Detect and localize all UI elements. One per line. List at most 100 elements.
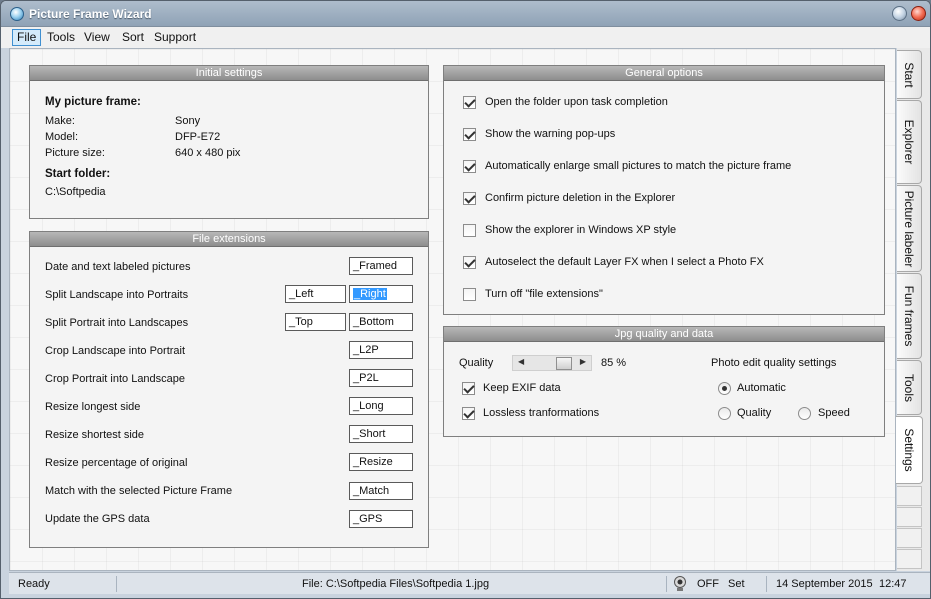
option-label: Automatically enlarge small pictures to … [485,160,792,172]
tab-fun-frames[interactable]: Fun frames [897,273,922,359]
ext-right-field[interactable]: _Right [349,285,413,303]
webcam-icon[interactable] [672,575,688,592]
frame-heading: My picture frame: [45,96,141,108]
tab-start[interactable]: Start [897,50,922,99]
folder-value: C:\Softpedia [45,186,106,198]
slider-right-arrow-icon[interactable]: ▶ [580,357,586,366]
option-label: Show the explorer in Windows XP style [485,224,677,236]
ext-l2p-field[interactable]: _L2P [349,341,413,359]
option-label: Show the warning pop-ups [485,128,616,140]
panel-header: File extensions [30,232,428,247]
settings-content: Initial settings My picture frame: Make:… [9,48,896,571]
option-checkbox[interactable] [463,224,476,237]
ext-p2l-field[interactable]: _P2L [349,369,413,387]
status-time: 12:47 [879,578,907,590]
ext-row-label: Date and text labeled pictures [45,261,191,273]
menu-support[interactable]: Support [149,29,201,46]
ext-row-label: Update the GPS data [45,513,150,525]
jpg-quality-panel: Jpg quality and data Quality ◀ ▶ 85 % Ph… [443,326,885,437]
ext-row-label: Crop Portrait into Landscape [45,373,186,385]
ext-short-field[interactable]: _Short [349,425,413,443]
app-globe-icon [10,7,24,21]
option-label: Open the folder upon task completion [485,96,668,108]
option-checkbox[interactable] [463,192,476,205]
initial-settings-panel: Initial settings My picture frame: Make:… [29,65,429,219]
status-ready: Ready [18,578,50,590]
ext-row-label: Match with the selected Picture Frame [45,485,233,497]
quality-value: 85 % [601,357,627,369]
status-divider [666,576,667,592]
ext-resize-field[interactable]: _Resize [349,453,413,471]
window-title: Picture Frame Wizard [29,7,152,21]
ext-left-field[interactable]: _Left [285,285,346,303]
radio-speed[interactable] [798,407,811,420]
ext-row-label: Crop Landscape into Portrait [45,345,186,357]
ext-bottom-field[interactable]: _Bottom [349,313,413,331]
radio-automatic-label: Automatic [737,382,786,394]
option-checkbox[interactable] [463,128,476,141]
tab-spacer [897,486,922,506]
slider-left-arrow-icon[interactable]: ◀ [518,357,524,366]
tab-settings[interactable]: Settings [896,416,923,484]
tab-tools[interactable]: Tools [897,360,922,415]
tab-picture-labeler[interactable]: Picture labeler [897,185,922,272]
panel-header: Initial settings [30,66,428,81]
option-checkbox[interactable] [463,96,476,109]
ext-framed-field[interactable]: _Framed [349,257,413,275]
quality-slider-thumb[interactable] [555,357,572,370]
menu-file[interactable]: File [12,29,42,46]
menu-bar: File Tools View Sort Support [1,27,930,48]
minimize-icon[interactable] [892,6,907,21]
make-value: Sony [175,115,201,127]
option-label: Confirm picture deletion in the Explorer [485,192,676,204]
status-divider [116,576,117,592]
lossless-label: Lossless tranformations [483,407,600,419]
model-label: Model: [45,131,79,143]
size-label: Picture size: [45,147,105,159]
lossless-checkbox[interactable] [462,407,475,420]
status-webcam: OFF [697,578,719,590]
radio-automatic[interactable] [718,382,731,395]
keep-exif-checkbox[interactable] [462,382,475,395]
option-checkbox[interactable] [463,160,476,173]
file-extensions-panel: File extensions Date and text labeled pi… [29,231,429,548]
side-tabs: Start Explorer Picture labeler Fun frame… [896,48,930,571]
status-set[interactable]: Set [728,575,745,593]
make-label: Make: [45,115,75,127]
ext-row-label: Split Landscape into Portraits [45,289,189,301]
option-label: Turn off "file extensions" [485,288,603,300]
menu-view[interactable]: View [79,29,115,46]
title-bar[interactable]: Picture Frame Wizard [1,1,930,27]
tab-explorer[interactable]: Explorer [897,100,922,184]
quality-slider[interactable]: ◀ ▶ [512,355,592,371]
ext-long-field[interactable]: _Long [349,397,413,415]
ext-row-label: Resize longest side [45,401,141,413]
status-date: 14 September 2015 [776,578,873,590]
tab-spacer [897,528,922,548]
menu-sort[interactable]: Sort [117,29,149,46]
ext-row-label: Resize percentage of original [45,457,188,469]
status-divider [766,576,767,592]
ext-top-field[interactable]: _Top [285,313,346,331]
ext-gps-field[interactable]: _GPS [349,510,413,528]
panel-header: General options [444,66,884,81]
tab-spacer [897,507,922,527]
close-icon[interactable] [911,6,926,21]
photo-edit-label: Photo edit quality settings [711,357,837,369]
option-checkbox[interactable] [463,256,476,269]
general-options-panel: General options Open the folder upon tas… [443,65,885,315]
menu-tools[interactable]: Tools [42,29,80,46]
radio-speed-label: Speed [818,407,850,419]
tab-spacer [897,549,922,569]
radio-quality-label: Quality [737,407,772,419]
panel-header: Jpg quality and data [444,327,884,342]
keep-exif-label: Keep EXIF data [483,382,561,394]
status-file: File: C:\Softpedia Files\Softpedia 1.jpg [302,578,490,590]
app-window: Picture Frame Wizard File Tools View Sor… [0,0,931,599]
radio-quality[interactable] [718,407,731,420]
model-value: DFP-E72 [175,131,221,143]
status-bar: Ready File: C:\Softpedia Files\Softpedia… [9,572,930,594]
ext-row-label: Resize shortest side [45,429,145,441]
option-checkbox[interactable] [463,288,476,301]
ext-match-field[interactable]: _Match [349,482,413,500]
